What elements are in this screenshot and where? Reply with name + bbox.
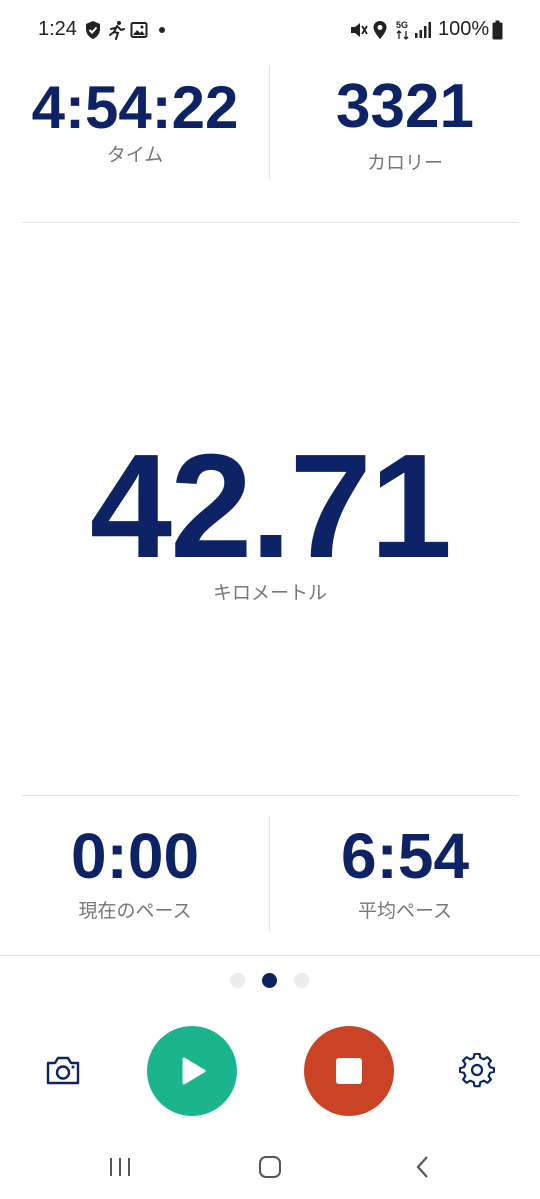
dot-icon — [158, 19, 166, 41]
mute-icon — [348, 19, 368, 41]
location-icon — [372, 19, 388, 41]
current-pace-label: 現在のペース — [78, 900, 192, 922]
calories-value: 3321 — [336, 72, 474, 141]
back-button[interactable] — [410, 1154, 436, 1180]
average-pace-stat: 6:54 平均ペース — [270, 820, 540, 923]
distance-stat: 42.71 キロメートル — [0, 432, 540, 605]
recent-apps-button[interactable] — [106, 1155, 134, 1179]
calories-label: カロリー — [366, 152, 443, 174]
pager-dot-2[interactable] — [262, 973, 277, 988]
bottom-divider — [22, 795, 518, 796]
running-icon — [108, 19, 126, 41]
settings-icon — [458, 1052, 496, 1088]
current-pace-stat: 0:00 現在のペース — [0, 820, 270, 923]
play-icon — [182, 1057, 206, 1085]
status-time: 1:24 — [38, 18, 77, 40]
5g-icon: 5G — [395, 19, 411, 41]
back-icon — [416, 1156, 428, 1178]
stop-icon — [336, 1058, 362, 1084]
current-pace-value: 0:00 — [70, 820, 200, 892]
image-icon — [130, 19, 148, 41]
distance-label: キロメートル — [212, 582, 327, 604]
signal-icon — [414, 19, 432, 41]
shield-check-icon — [84, 19, 102, 41]
svg-text:5G: 5G — [396, 20, 408, 30]
average-pace-value: 6:54 — [340, 820, 470, 892]
home-button[interactable] — [257, 1154, 283, 1180]
home-icon — [259, 1156, 281, 1178]
top-divider — [22, 222, 518, 223]
pager-dot-1[interactable] — [230, 973, 245, 988]
calories-stat: 3321 カロリー — [270, 70, 540, 175]
status-bar: 1:24 5G 100% — [0, 0, 540, 60]
time-stat: 4:54:22 タイム — [0, 72, 270, 167]
camera-icon — [46, 1056, 80, 1085]
play-button[interactable] — [147, 1026, 237, 1116]
distance-value: 42.71 — [89, 424, 452, 589]
time-label: タイム — [106, 144, 164, 166]
stop-button[interactable] — [304, 1026, 394, 1116]
average-pace-label: 平均ペース — [357, 900, 453, 922]
battery-icon — [492, 19, 503, 41]
pager-dot-3[interactable] — [294, 973, 309, 988]
camera-button[interactable] — [44, 1054, 82, 1088]
recent-apps-icon — [110, 1158, 130, 1176]
battery-percentage: 100% — [438, 18, 490, 40]
settings-button[interactable] — [458, 1052, 496, 1089]
time-value: 4:54:22 — [31, 74, 239, 141]
controls-divider — [0, 955, 540, 956]
